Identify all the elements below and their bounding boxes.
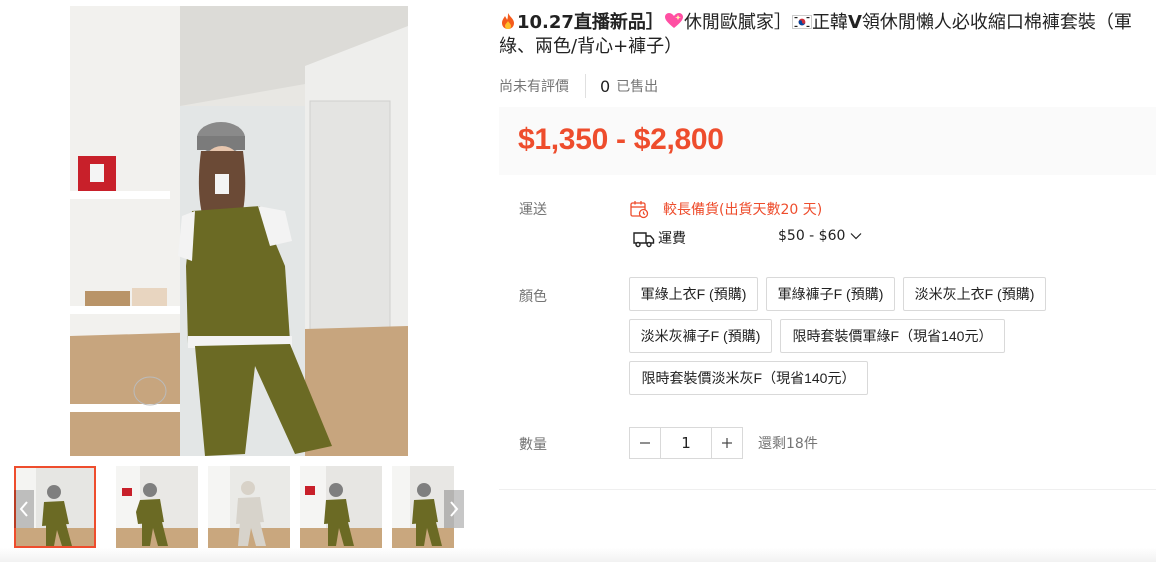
truck-icon [633, 232, 655, 248]
korea-flag-emoji-icon [791, 15, 812, 29]
quantity-increase-button[interactable] [711, 427, 743, 459]
calendar-clock-icon [630, 201, 649, 219]
main-image-illustration [70, 6, 408, 456]
bottom-fade [0, 548, 1156, 562]
stock-remaining: 還剩18件 [758, 436, 818, 452]
price-range: $1,350 - $2,800 [518, 123, 724, 156]
stats-divider [585, 74, 586, 98]
rating-status[interactable]: 尚未有評價 [499, 76, 569, 96]
preorder-notice: 較長備貨(出貨天數20 天) [629, 199, 822, 219]
quantity-decrease-button[interactable] [629, 427, 661, 459]
variant-option[interactable]: 軍綠上衣F (預購) [629, 277, 758, 311]
thumbnail-2[interactable] [116, 466, 198, 548]
sold-label: 已售出 [616, 79, 659, 95]
shipping-label: 運送 [519, 202, 547, 218]
thumbnail-next-button[interactable] [444, 490, 464, 528]
thumbnail-image [208, 466, 290, 548]
title-part-2: 休閒歐膩家］ [683, 12, 792, 33]
product-stats: 尚未有評價 0 已售出 [499, 74, 658, 98]
chevron-left-icon [19, 501, 28, 517]
product-title: 10.27直播新品］ 休閒歐膩家］ 正韓V領休閒懶人必收縮口棉褲套裝（軍綠、兩色… [499, 11, 1154, 59]
thumbnail-strip [14, 466, 464, 548]
variant-option[interactable]: 軍綠褲子F (預購) [766, 277, 895, 311]
quantity-input[interactable]: 1 [661, 427, 711, 459]
price-section: $1,350 - $2,800 [499, 107, 1156, 175]
thumbnail-prev-button[interactable] [14, 490, 34, 528]
title-part-1: 10.27直播新品］ [517, 12, 664, 33]
preorder-notice-text: 較長備貨(出貨天數20 天) [663, 202, 823, 218]
thumbnail-image [300, 466, 382, 548]
variant-option[interactable]: 淡米灰褲子F (預購) [629, 319, 772, 353]
minus-icon [640, 442, 650, 444]
color-label: 顏色 [519, 289, 547, 305]
sold-count: 0 [600, 76, 611, 96]
variant-option[interactable]: 淡米灰上衣F (預購) [903, 277, 1046, 311]
quantity-label: 數量 [519, 437, 547, 453]
shipping-fee-label: 運費 [658, 231, 686, 247]
shipping-fee-dropdown[interactable]: $50 - $60 [778, 228, 863, 244]
thumbnail-3[interactable] [208, 466, 290, 548]
quantity-stepper: 1 還剩18件 [629, 427, 818, 459]
main-product-image[interactable] [70, 6, 408, 456]
shipping-fee-row: 運費 $50 - $60 [633, 228, 873, 248]
fire-emoji-icon [502, 13, 514, 29]
variant-option[interactable]: 限時套裝價淡米灰F（現省140元） [629, 361, 868, 395]
chevron-right-icon [450, 501, 459, 517]
thumbnail-image [116, 466, 198, 548]
heart-emoji-icon [664, 13, 683, 28]
variant-option[interactable]: 限時套裝價軍綠F（現省140元） [780, 319, 1005, 353]
title-part-3: 正韓 [811, 12, 848, 33]
title-part-4: V [847, 12, 862, 33]
plus-icon [722, 438, 732, 448]
shipping-fee-value: $50 - $60 [778, 228, 846, 244]
chevron-down-icon [850, 233, 862, 240]
thumbnail-4[interactable] [300, 466, 382, 548]
product-gallery [0, 0, 480, 562]
section-divider [499, 489, 1156, 490]
